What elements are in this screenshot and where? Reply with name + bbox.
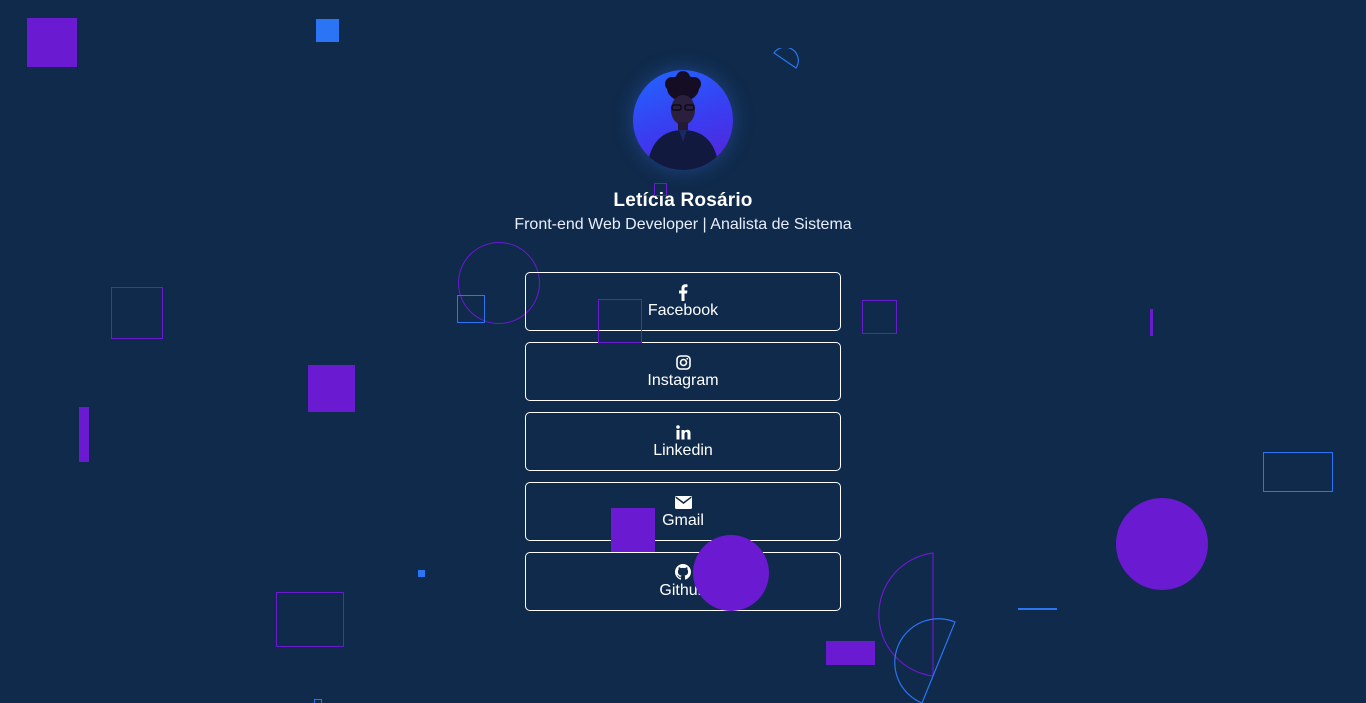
facebook-link-label: Facebook xyxy=(647,302,719,319)
decorative-square xyxy=(316,19,339,42)
github-icon xyxy=(674,563,692,581)
gmail-link-label: Gmail xyxy=(662,512,704,529)
decorative-square xyxy=(308,365,355,412)
facebook-icon xyxy=(674,283,692,301)
decorative-square-outline xyxy=(111,287,163,339)
page-background: Letícia Rosário Front-end Web Developer … xyxy=(0,0,1366,703)
decorative-half-circle xyxy=(894,618,956,703)
instagram-link-button[interactable]: Instagram xyxy=(525,342,841,401)
decorative-square-outline xyxy=(598,299,642,343)
decorative-square-outline xyxy=(314,699,322,703)
mail-icon xyxy=(674,493,692,511)
social-links-list: Facebook Instagram Linkedin Gmail Github xyxy=(525,272,841,622)
profile-role: Front-end Web Developer | Analista de Si… xyxy=(514,216,852,233)
decorative-square xyxy=(611,508,655,552)
profile-header: Letícia Rosário Front-end Web Developer … xyxy=(0,70,1366,234)
decorative-circle xyxy=(1116,498,1208,590)
decorative-bar xyxy=(1150,309,1153,336)
github-link-button[interactable]: Github xyxy=(525,552,841,611)
decorative-bar xyxy=(79,407,89,462)
decorative-half-circle xyxy=(773,48,799,69)
linkedin-link-button[interactable]: Linkedin xyxy=(525,412,841,471)
decorative-rectangle-outline xyxy=(276,592,344,647)
decorative-rectangle-outline xyxy=(1263,452,1333,492)
instagram-icon xyxy=(674,353,692,371)
decorative-square xyxy=(27,18,77,67)
linkedin-link-label: Linkedin xyxy=(653,442,713,459)
decorative-square-outline xyxy=(862,300,897,334)
decorative-dot xyxy=(418,570,425,577)
facebook-link-button[interactable]: Facebook xyxy=(525,272,841,331)
instagram-link-label: Instagram xyxy=(647,372,719,389)
profile-name: Letícia Rosário xyxy=(613,190,753,211)
linkedin-icon xyxy=(674,423,692,441)
decorative-line xyxy=(1018,608,1057,610)
gmail-link-button[interactable]: Gmail xyxy=(525,482,841,541)
decorative-circle xyxy=(693,535,769,611)
decorative-square-outline xyxy=(457,295,485,323)
profile-photo-icon xyxy=(647,71,719,170)
profile-avatar xyxy=(633,70,733,170)
decorative-square-outline xyxy=(654,183,667,196)
